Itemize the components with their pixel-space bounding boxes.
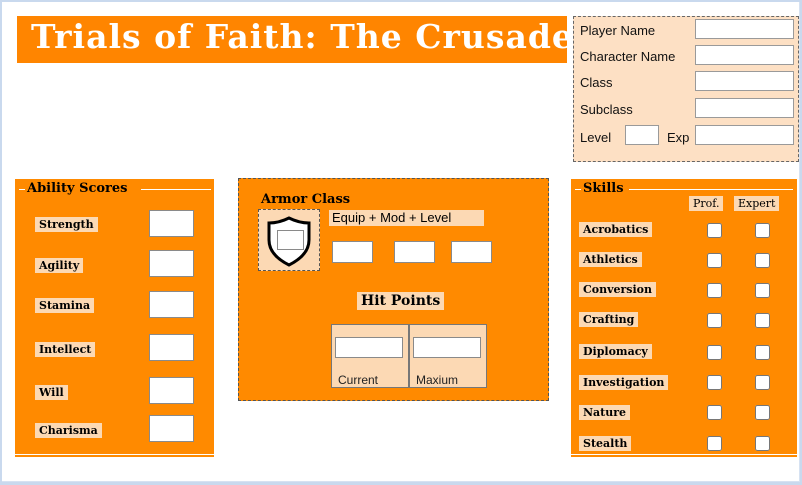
ability-label-strength: Strength <box>35 217 98 232</box>
level-bonus-input[interactable] <box>451 241 492 263</box>
ability-scores-heading: Ability Scores <box>25 181 130 196</box>
stealth-expert-checkbox[interactable] <box>755 436 770 451</box>
intellect-score-input[interactable] <box>149 334 194 361</box>
level-label: Level <box>580 130 612 145</box>
agility-score-input[interactable] <box>149 250 194 277</box>
skill-label-crafting: Crafting <box>579 312 639 327</box>
charisma-score-input[interactable] <box>149 415 194 442</box>
equip-input[interactable] <box>332 241 373 263</box>
prof-column-label: Prof. <box>689 196 724 211</box>
ability-label-agility: Agility <box>35 258 84 273</box>
acrobatics-expert-checkbox[interactable] <box>755 223 770 238</box>
ability-scores-panel: Ability Scores Strength Agility Stamina … <box>15 179 214 457</box>
skill-label-conversion: Conversion <box>579 282 656 297</box>
exp-field[interactable] <box>695 125 794 145</box>
ability-label-intellect: Intellect <box>35 342 96 357</box>
skill-label-investigation: Investigation <box>579 375 669 390</box>
skills-panel: Skills Prof. Expert Acrobatics Athletics… <box>571 179 797 457</box>
title-banner: Trials of Faith: The Crusades <box>17 16 593 63</box>
character-name-field[interactable] <box>695 45 794 65</box>
player-name-label: Player Name <box>580 23 656 38</box>
will-score-input[interactable] <box>149 377 194 404</box>
player-name-field[interactable] <box>695 19 794 39</box>
acrobatics-prof-checkbox[interactable] <box>707 223 722 238</box>
investigation-prof-checkbox[interactable] <box>707 375 722 390</box>
diplomacy-expert-checkbox[interactable] <box>755 345 770 360</box>
class-field[interactable] <box>695 71 794 91</box>
stamina-score-input[interactable] <box>149 291 194 318</box>
page-title: Trials of Faith: The Crusades <box>31 17 594 56</box>
subclass-label: Subclass <box>580 102 633 117</box>
exp-label: Exp <box>667 130 690 145</box>
mod-input[interactable] <box>394 241 435 263</box>
legend-line-right <box>629 189 793 190</box>
conversion-expert-checkbox[interactable] <box>755 283 770 298</box>
armor-class-formula: Equip + Mod + Level <box>329 210 484 226</box>
subclass-field[interactable] <box>695 98 794 118</box>
max-hp-label: Maxium <box>416 373 459 387</box>
conversion-prof-checkbox[interactable] <box>707 283 722 298</box>
athletics-prof-checkbox[interactable] <box>707 253 722 268</box>
athletics-expert-checkbox[interactable] <box>755 253 770 268</box>
ability-label-will: Will <box>35 385 68 400</box>
current-hp-input[interactable] <box>335 337 403 358</box>
ability-label-charisma: Charisma <box>35 423 102 438</box>
investigation-expert-checkbox[interactable] <box>755 375 770 390</box>
skills-heading: Skills <box>581 181 626 196</box>
max-hp-cell: Maxium <box>409 324 487 388</box>
character-name-label: Character Name <box>580 49 676 64</box>
current-hp-cell: Current <box>331 324 409 388</box>
skill-label-nature: Nature <box>579 405 631 420</box>
armor-class-shield-box <box>258 209 320 271</box>
diplomacy-prof-checkbox[interactable] <box>707 345 722 360</box>
armor-class-panel: Armor Class Equip + Mod + Level Hit Poin… <box>238 178 549 401</box>
expert-column-label: Expert <box>734 196 780 211</box>
current-hp-label: Current <box>338 373 379 387</box>
panel-bottom-line <box>15 454 214 455</box>
form-canvas: Trials of Faith: The Crusades Player Nam… <box>2 2 800 482</box>
armor-class-total-input[interactable] <box>277 230 304 250</box>
player-info-panel: Player Name Character Name Class Subclas… <box>573 16 799 162</box>
crafting-prof-checkbox[interactable] <box>707 313 722 328</box>
ability-label-stamina: Stamina <box>35 298 95 313</box>
stealth-prof-checkbox[interactable] <box>707 436 722 451</box>
armor-class-heading: Armor Class <box>261 192 351 207</box>
skill-label-diplomacy: Diplomacy <box>579 344 652 359</box>
nature-prof-checkbox[interactable] <box>707 405 722 420</box>
strength-score-input[interactable] <box>149 210 194 237</box>
nature-expert-checkbox[interactable] <box>755 405 770 420</box>
legend-line-right <box>141 189 211 190</box>
panel-bottom-line <box>571 454 797 455</box>
hit-points-heading: Hit Points <box>357 292 445 310</box>
level-field[interactable] <box>625 125 659 145</box>
skill-label-stealth: Stealth <box>579 436 632 451</box>
skill-label-acrobatics: Acrobatics <box>579 222 653 237</box>
skill-label-athletics: Athletics <box>579 252 642 267</box>
crafting-expert-checkbox[interactable] <box>755 313 770 328</box>
class-label: Class <box>580 75 613 90</box>
max-hp-input[interactable] <box>413 337 481 358</box>
